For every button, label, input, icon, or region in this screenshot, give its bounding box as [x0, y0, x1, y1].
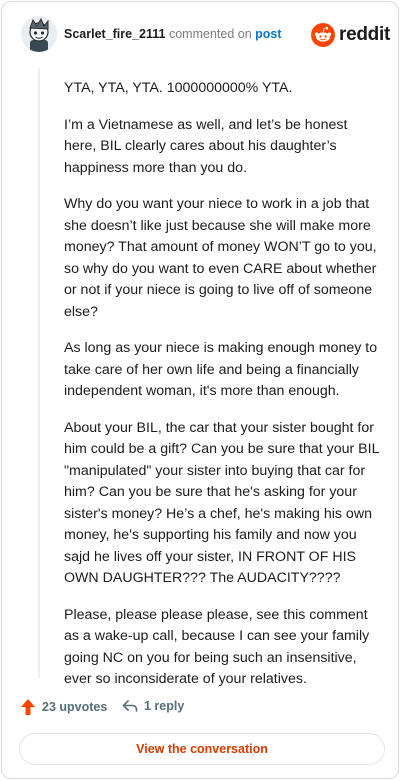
comment-body: YTA, YTA, YTA. 1000000000% YTA. I’m a Vi… — [64, 78, 380, 706]
upvote-arrow-icon — [21, 699, 35, 715]
thread-line[interactable] — [38, 68, 40, 678]
post-link[interactable]: post — [255, 27, 281, 41]
comment-footer: 23 upvotes 1 reply — [2, 698, 400, 720]
reddit-wordmark: reddit — [339, 24, 390, 45]
comment-paragraph: YTA, YTA, YTA. 1000000000% YTA. — [64, 80, 293, 96]
comment-header: Scarlet_fire_2111 commented on post redd… — [2, 2, 400, 68]
view-conversation-button[interactable]: View the conversation — [19, 733, 385, 765]
embedded-comment-card: Scarlet_fire_2111 commented on post redd… — [1, 1, 399, 779]
comment-paragraph: Please, please please please, see this c… — [64, 606, 370, 688]
reply-count: 1 reply — [144, 699, 185, 713]
reddit-logo[interactable]: reddit — [311, 22, 390, 48]
upvote-button[interactable]: 23 upvotes — [20, 698, 107, 716]
comment-paragraph: Why do you want your niece to work in a … — [64, 196, 377, 320]
username-link[interactable]: Scarlet_fire_2111 — [64, 27, 165, 41]
comment-paragraph: As long as your niece is making enough m… — [64, 340, 378, 399]
snoo-avatar-icon[interactable] — [21, 16, 57, 52]
comment-paragraph: About your BIL, the car that your sister… — [64, 419, 379, 587]
comment-byline: Scarlet_fire_2111 commented on post — [64, 26, 282, 42]
reply-arrow-icon — [122, 700, 138, 712]
reddit-snoo-icon — [311, 23, 335, 47]
byline-action-text: commented on — [168, 27, 252, 41]
comment-paragraph: I’m a Vietnamese as well, and let’s be h… — [64, 116, 348, 176]
upvote-count: 23 upvotes — [42, 700, 108, 714]
reply-button[interactable]: 1 reply — [122, 698, 184, 714]
